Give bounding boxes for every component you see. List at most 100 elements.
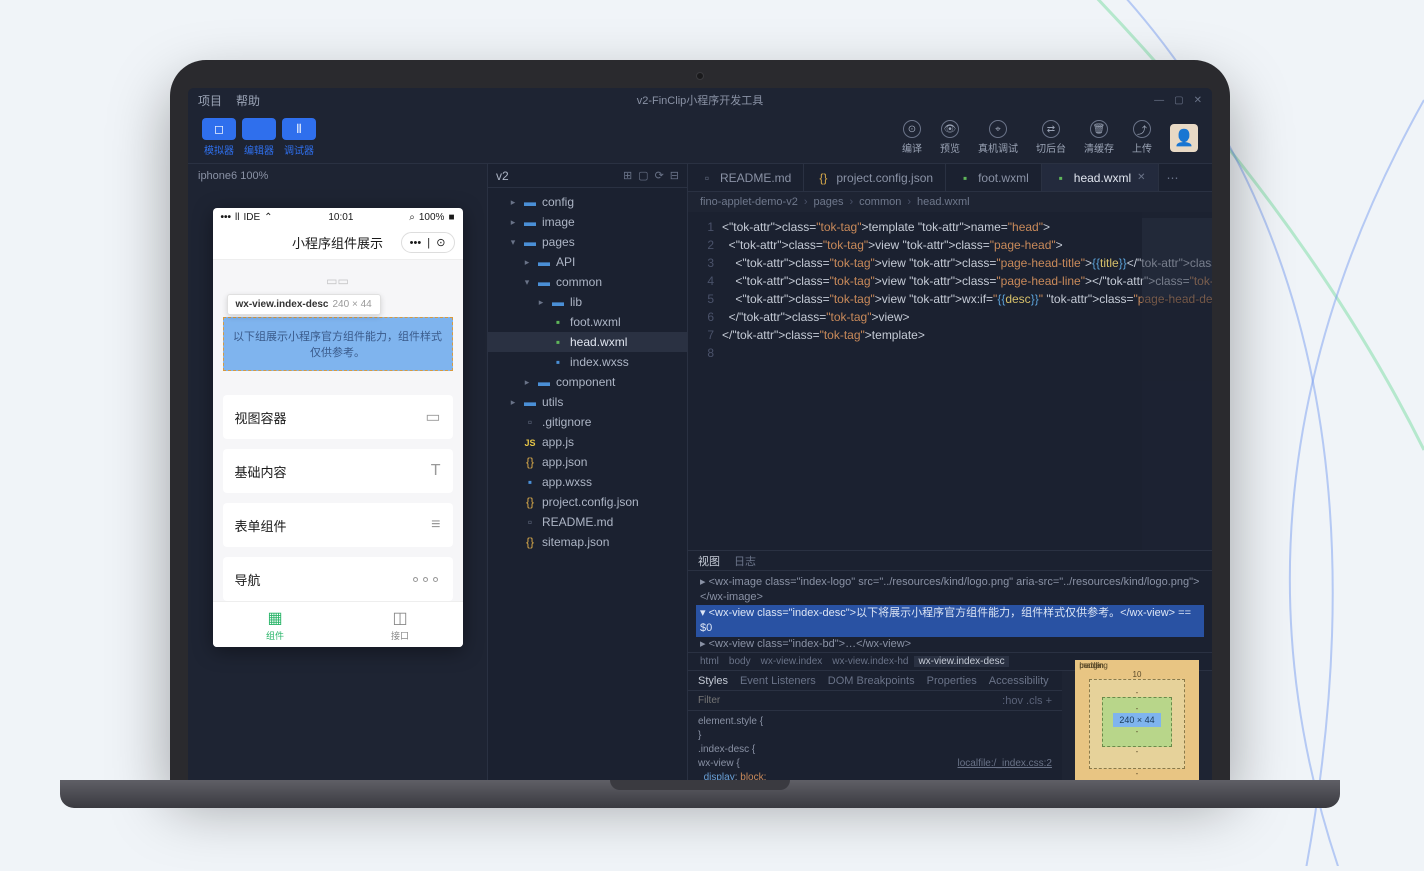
tree-node[interactable]: ▸▬config xyxy=(488,192,687,212)
phone-tab[interactable]: ◫接口 xyxy=(338,602,463,647)
tab-view[interactable]: 视图 xyxy=(698,553,720,569)
tree-node[interactable]: ▪app.wxss xyxy=(488,472,687,492)
minimap[interactable] xyxy=(1142,212,1212,550)
dom-crumb-item[interactable]: body xyxy=(725,656,755,667)
code-editor[interactable]: 12345678 <"tok-attr">class="tok-tag">tem… xyxy=(688,212,1212,550)
line-gutter: 12345678 xyxy=(688,212,722,550)
laptop-base xyxy=(60,780,1340,808)
box-model: margin10 border- padding- 240 × 44 - - - xyxy=(1062,671,1212,780)
phone-statusbar: •••ll IDE ⌃ 10:01 ⌕ 100% ■ xyxy=(213,208,463,226)
file-tree[interactable]: ▸▬config▸▬image▾▬pages▸▬API▾▬common▸▬lib… xyxy=(488,188,687,556)
filter-input[interactable] xyxy=(698,695,994,706)
styles-subtab[interactable]: Properties xyxy=(927,675,977,687)
capsule-button[interactable]: ••• | ⊙ xyxy=(401,232,455,253)
new-folder-icon[interactable]: ▢ xyxy=(638,169,648,182)
tree-node[interactable]: ▪foot.wxml xyxy=(488,312,687,332)
tree-node[interactable]: ▾▬pages xyxy=(488,232,687,252)
breadcrumb-segment[interactable]: fino-applet-demo-v2 xyxy=(700,196,798,208)
file-explorer: v2 ⊞ ▢ ⟳ ⊟ ▸▬config▸▬image▾▬pages▸▬API▾▬… xyxy=(488,164,688,780)
toolbar-action[interactable]: ⇄切后台 xyxy=(1036,120,1066,155)
toolbar-action[interactable]: ⤴上传 xyxy=(1132,120,1152,155)
dom-node[interactable]: ▸ <wx-image class="index-logo" src="../r… xyxy=(696,575,1204,605)
tree-node[interactable]: ▸▬API xyxy=(488,252,687,272)
tree-node[interactable]: {}app.json xyxy=(488,452,687,472)
mode-pill[interactable]: 编辑器 xyxy=(242,118,276,157)
toolbar-action[interactable]: ⌖真机调试 xyxy=(978,120,1018,155)
close-icon[interactable]: ✕ xyxy=(1194,95,1202,106)
simulator-panel: iphone6 100% •••ll IDE ⌃ 10:01 ⌕ 100% ■ … xyxy=(188,164,488,780)
nav-title: 小程序组件展示 xyxy=(292,233,383,252)
toolbar-action[interactable]: 🗑清缓存 xyxy=(1084,120,1114,155)
toolbar-action[interactable]: ⊙编译 xyxy=(902,120,922,155)
editor-tab[interactable]: {}project.config.json xyxy=(804,164,946,191)
breadcrumb-segment[interactable]: pages xyxy=(814,196,844,208)
devtools-top-tabs: 视图 日志 xyxy=(688,551,1212,571)
tree-node[interactable]: JSapp.js xyxy=(488,432,687,452)
collapse-icon[interactable]: ⊟ xyxy=(670,169,679,182)
breadcrumb: fino-applet-demo-v2›pages›common›head.wx… xyxy=(688,192,1212,212)
close-icon[interactable]: ✕ xyxy=(1137,172,1145,183)
styles-rules[interactable]: element.style {}.index-desc {</span></di… xyxy=(688,711,1062,780)
tree-node[interactable]: ▪index.wxss xyxy=(488,352,687,372)
tree-node[interactable]: ▸▬image xyxy=(488,212,687,232)
toolbar: ◻模拟器编辑器⫴调试器 ⊙编译 👁预览 ⌖真机调试 ⇄切后台 🗑清缓存 ⤴上传 👤 xyxy=(188,112,1212,164)
dom-crumb-item[interactable]: wx-view.index xyxy=(757,656,827,667)
tree-node[interactable]: ▸▬lib xyxy=(488,292,687,312)
highlighted-element[interactable]: 以下组展示小程序官方组件能力，组件样式仅供参考。 xyxy=(223,317,453,371)
editor-tab[interactable]: ▪foot.wxml xyxy=(946,164,1042,191)
mode-pill[interactable]: ◻模拟器 xyxy=(202,118,236,157)
window-title: v2-FinClip小程序开发工具 xyxy=(637,92,764,108)
inspect-tooltip: wx-view.index-desc240 × 44 xyxy=(227,294,381,315)
dom-node[interactable]: ▸ <wx-view class="index-bd">…</wx-view> xyxy=(696,637,1204,652)
simulator-device-label: iphone6 100% xyxy=(188,164,487,188)
dom-crumb-item[interactable]: wx-view.index-desc xyxy=(914,656,1008,667)
dom-crumb-item[interactable]: html xyxy=(696,656,723,667)
filter-tools[interactable]: :hov .cls + xyxy=(1002,695,1052,707)
statusbar-time: 10:01 xyxy=(328,212,353,223)
app-screen: 项目 帮助 v2-FinClip小程序开发工具 — ▢ ✕ ◻模拟器编辑器⫴调试… xyxy=(188,88,1212,780)
toolbar-action[interactable]: 👁预览 xyxy=(940,120,960,155)
tab-log[interactable]: 日志 xyxy=(734,553,756,569)
camera-dot xyxy=(696,72,704,80)
styles-subtab[interactable]: DOM Breakpoints xyxy=(828,675,915,687)
tree-node[interactable]: ▫.gitignore xyxy=(488,412,687,432)
tab-overflow[interactable]: ⋯ xyxy=(1159,164,1187,191)
project-name: v2 xyxy=(496,169,509,183)
tree-node[interactable]: {}sitemap.json xyxy=(488,532,687,552)
dom-node[interactable]: ▾ <wx-view class="index-desc">以下将展示小程序官方… xyxy=(696,605,1204,637)
mode-pill[interactable]: ⫴调试器 xyxy=(282,118,316,157)
menu-help[interactable]: 帮助 xyxy=(236,92,260,109)
phone-tab[interactable]: ▦组件 xyxy=(213,602,338,647)
new-file-icon[interactable]: ⊞ xyxy=(623,169,632,182)
breadcrumb-segment[interactable]: common xyxy=(859,196,901,208)
tree-node[interactable]: ▸▬utils xyxy=(488,392,687,412)
component-card[interactable]: 表单组件≡ xyxy=(223,503,453,547)
maximize-icon[interactable]: ▢ xyxy=(1174,95,1183,106)
editor-tab[interactable]: ▪head.wxml✕ xyxy=(1042,164,1159,191)
styles-subtab[interactable]: Accessibility xyxy=(989,675,1049,687)
styles-subtab[interactable]: Event Listeners xyxy=(740,675,816,687)
component-card[interactable]: 导航∘∘∘ xyxy=(223,557,453,601)
component-card[interactable]: 基础内容T xyxy=(223,449,453,493)
dom-inspector[interactable]: ▸ <wx-image class="index-logo" src="../r… xyxy=(688,571,1212,652)
menu-project[interactable]: 项目 xyxy=(198,92,222,109)
breadcrumb-segment[interactable]: head.wxml xyxy=(917,196,970,208)
tree-node[interactable]: ▾▬common xyxy=(488,272,687,292)
tree-node[interactable]: ▫README.md xyxy=(488,512,687,532)
phone-preview: •••ll IDE ⌃ 10:01 ⌕ 100% ■ 小程序组件展示 ••• |… xyxy=(213,208,463,647)
window-controls: — ▢ ✕ xyxy=(1154,95,1202,106)
avatar[interactable]: 👤 xyxy=(1170,124,1198,152)
dom-crumb-item[interactable]: wx-view.index-hd xyxy=(828,656,912,667)
editor-tab[interactable]: ▫README.md xyxy=(688,164,804,191)
phone-tabbar: ▦组件◫接口 xyxy=(213,601,463,647)
refresh-icon[interactable]: ⟳ xyxy=(655,169,664,182)
laptop-frame: 项目 帮助 v2-FinClip小程序开发工具 — ▢ ✕ ◻模拟器编辑器⫴调试… xyxy=(170,60,1230,780)
styles-subtab[interactable]: Styles xyxy=(698,675,728,687)
tree-node[interactable]: ▪head.wxml xyxy=(488,332,687,352)
main-split: iphone6 100% •••ll IDE ⌃ 10:01 ⌕ 100% ■ … xyxy=(188,164,1212,780)
component-card[interactable]: 视图容器▭ xyxy=(223,395,453,439)
tree-node[interactable]: {}project.config.json xyxy=(488,492,687,512)
styles-pane: Styles Event Listeners DOM Breakpoints Prop… xyxy=(688,670,1212,780)
tree-node[interactable]: ▸▬component xyxy=(488,372,687,392)
minimize-icon[interactable]: — xyxy=(1154,95,1164,106)
